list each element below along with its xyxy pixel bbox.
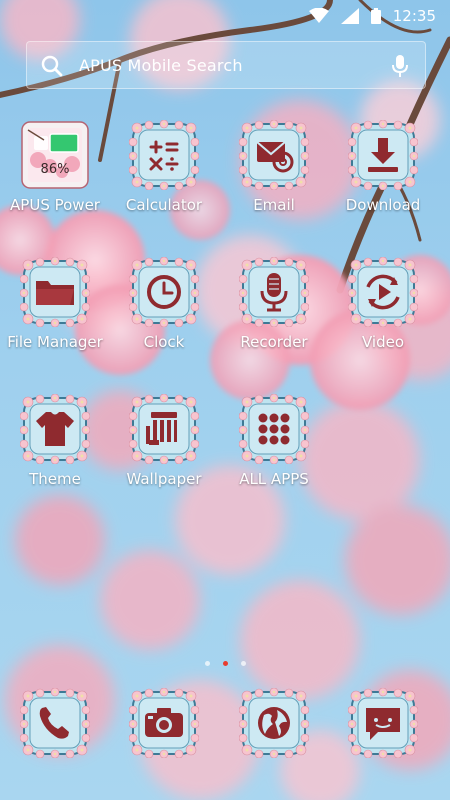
page-dot-active[interactable] [222,661,228,666]
app-apus-power[interactable]: 86% APUS Power [0,120,110,232]
clock-time: 12:35 [392,7,436,25]
tshirt-icon [20,394,90,464]
app-label: ALL APPS [239,470,309,488]
app-theme[interactable]: Theme [0,394,110,506]
app-calculator[interactable]: Calculator [109,120,219,232]
search-icon [41,55,63,81]
browser-icon [239,688,309,758]
app-label: Video [361,333,405,351]
battery-status-icon [370,8,381,24]
app-label: APUS Power [10,196,100,214]
app-label: Email [253,196,295,214]
microphone-icon[interactable] [391,54,409,82]
app-clock[interactable]: Clock [109,257,219,369]
app-label: Theme [29,470,81,488]
app-all-apps[interactable]: ALL APPS [219,394,329,506]
app-label: Calculator [125,196,203,214]
grid-icon [239,394,309,464]
battery-percent: 86% [40,162,70,177]
page-dot[interactable] [240,661,246,666]
app-label: Recorder [240,333,308,351]
search-placeholder: APUS Mobile Search [79,56,243,75]
page-dot[interactable] [204,661,210,666]
app-wallpaper[interactable]: Wallpaper [109,394,219,506]
app-label: File Manager [7,333,103,351]
app-label: Wallpaper [126,470,202,488]
app-email[interactable]: Email [219,120,329,232]
app-download[interactable]: Download [328,120,438,232]
microphone-icon [239,257,309,327]
messages-icon [348,688,418,758]
dock-browser[interactable] [219,688,329,760]
play-icon [348,257,418,327]
folder-icon [20,257,90,327]
phone-icon [20,688,90,758]
clock-icon [129,257,199,327]
wallpaper-icon [129,394,199,464]
dock-phone[interactable] [0,688,110,760]
dock-messages[interactable] [328,688,438,760]
page-indicator [0,661,450,666]
app-label: Clock [143,333,185,351]
camera-icon [129,688,199,758]
app-label: Download [345,196,421,214]
download-icon [348,120,418,190]
app-video[interactable]: Video [328,257,438,369]
dock-camera[interactable] [109,688,219,760]
search-bar[interactable]: APUS Mobile Search [26,41,426,89]
battery-icon: 86% [20,120,90,190]
app-file-manager[interactable]: File Manager [0,257,110,369]
app-recorder[interactable]: Recorder [219,257,329,369]
status-bar: 12:35 [0,0,450,32]
signal-icon [340,8,359,24]
email-icon [239,120,309,190]
wifi-icon [308,8,329,24]
calculator-icon [129,120,199,190]
